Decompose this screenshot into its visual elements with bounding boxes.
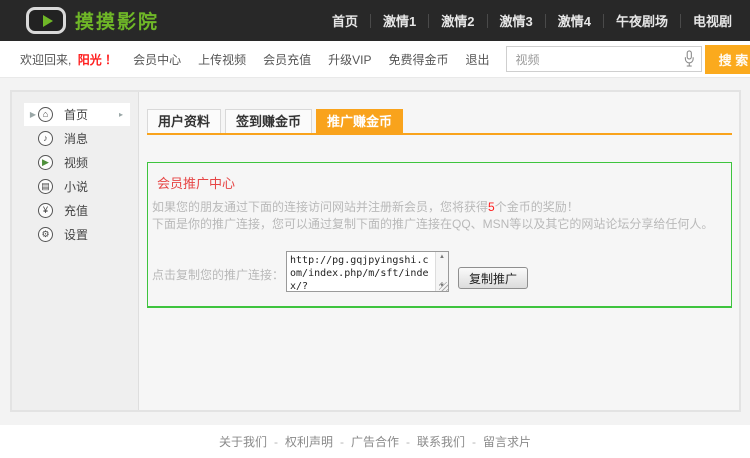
tab-checkin-coins[interactable]: 签到赚金币 <box>225 109 313 133</box>
sidebar-item-label: 设置 <box>64 228 89 242</box>
footer-separator: - <box>339 434 344 449</box>
search-input[interactable] <box>507 52 683 66</box>
sidebar-item-label: 首页 <box>64 108 89 122</box>
nav-item-midnight-theater[interactable]: 午夜剧场 <box>604 11 680 30</box>
link-member-recharge[interactable]: 会员充值 <box>263 51 311 68</box>
search-box: 搜 索 <box>506 44 750 74</box>
sidebar-item-home[interactable]: ▶ ⌂ 首页 ▸ <box>24 103 130 126</box>
sidebar-item-videos[interactable]: ▶ ▶ 视频 <box>24 151 130 174</box>
promo-line-2: 下面是你的推广连接，您可以通过复制下面的推广连接在QQ、MSN等以及其它的网站论… <box>152 217 714 231</box>
site-logo-text: 摸摸影院 <box>75 12 160 33</box>
top-navbar: 摸摸影院 首页 激情1 激情2 激情3 激情4 午夜剧场 电视剧 <box>0 0 750 41</box>
video-icon: ▶ <box>38 155 53 170</box>
footer-link-ads[interactable]: 广告合作 <box>351 433 399 450</box>
link-free-coins[interactable]: 免费得金币 <box>388 51 448 68</box>
active-left-arrow-icon: ▶ <box>29 110 37 119</box>
user-toolbar: 欢迎回来, 阳光 ！ 会员中心 上传视频 会员充值 升级VIP 免费得金币 退出… <box>0 41 750 78</box>
sidebar-item-recharge[interactable]: ▶ ¥ 充值 <box>24 199 130 222</box>
link-logout[interactable]: 退出 <box>465 51 489 68</box>
sidebar-item-label: 小说 <box>64 180 89 194</box>
copy-link-label: 点击复制您的推广连接： <box>152 268 285 282</box>
footer: 关于我们 - 权利声明 - 广告合作 - 联系我们 - 留言求片 <box>0 425 750 458</box>
book-icon: ▤ <box>38 179 53 194</box>
coin-reward-count: 5 <box>488 200 495 214</box>
nav-item-passion-4[interactable]: 激情4 <box>546 11 603 30</box>
welcome-message: 欢迎回来, 阳光 ！ <box>20 51 117 68</box>
content-area: 用户资料 签到赚金币 推广赚金币 会员推广中心 如果您的朋友通过下面的连接访问网… <box>139 92 739 410</box>
nav-item-passion-3[interactable]: 激情3 <box>488 11 545 30</box>
tab-user-profile[interactable]: 用户资料 <box>147 109 222 133</box>
sidebar-item-settings[interactable]: ▶ ⚙ 设置 <box>24 223 130 246</box>
active-right-arrow-icon: ▸ <box>118 110 123 119</box>
main-container: ▶ ⌂ 首页 ▸ ▶ ♪ 消息 ▶ ▶ 视频 ▶ ▤ 小说 ▶ ¥ 充值 ▶ ⚙… <box>10 90 741 412</box>
promo-title: 会员推广中心 <box>157 176 236 191</box>
search-button[interactable]: 搜 索 <box>705 44 750 74</box>
site-logo[interactable]: 摸摸影院 <box>26 7 159 34</box>
username: 阳光 <box>77 52 102 67</box>
coin-icon: ¥ <box>38 203 53 218</box>
link-member-center[interactable]: 会员中心 <box>133 51 181 68</box>
footer-link-requests[interactable]: 留言求片 <box>483 433 531 450</box>
tab-promotion-coins[interactable]: 推广赚金币 <box>316 109 404 133</box>
welcome-suffix: ！ <box>105 52 118 67</box>
nav-item-passion-1[interactable]: 激情1 <box>371 11 428 30</box>
nav-item-home[interactable]: 首页 <box>320 11 370 30</box>
footer-link-about[interactable]: 关于我们 <box>219 433 267 450</box>
sidebar-item-label: 视频 <box>64 156 89 170</box>
welcome-prefix: 欢迎回来, <box>20 52 72 67</box>
gear-icon: ⚙ <box>38 227 53 242</box>
footer-separator: - <box>406 434 410 449</box>
sidebar: ▶ ⌂ 首页 ▸ ▶ ♪ 消息 ▶ ▶ 视频 ▶ ▤ 小说 ▶ ¥ 充值 ▶ ⚙… <box>12 92 139 410</box>
play-icon <box>26 7 66 34</box>
footer-separator: - <box>273 434 278 449</box>
copy-link-row: 点击复制您的推广连接： http://pg.gqjpyingshi.com/in… <box>152 251 529 292</box>
sidebar-item-label: 充值 <box>64 204 89 218</box>
microphone-icon[interactable] <box>682 50 696 68</box>
sidebar-item-label: 消息 <box>64 132 89 146</box>
copy-promotion-button[interactable]: 复制推广 <box>458 267 529 289</box>
promotion-link-text: http://pg.gqjpyingshi.com/index.php/m/sf… <box>290 255 429 292</box>
user-links: 会员中心 上传视频 会员充值 升级VIP 免费得金币 退出 <box>133 51 506 68</box>
link-upload-video[interactable]: 上传视频 <box>198 51 246 68</box>
nav-item-tv-series[interactable]: 电视剧 <box>681 11 744 30</box>
home-icon: ⌂ <box>38 107 53 122</box>
footer-separator: - <box>472 434 477 449</box>
primary-nav: 首页 激情1 激情2 激情3 激情4 午夜剧场 电视剧 <box>320 11 744 30</box>
scrollbar-up-icon[interactable]: ▲ <box>439 254 445 260</box>
sidebar-item-novels[interactable]: ▶ ▤ 小说 <box>24 175 130 198</box>
nav-item-passion-2[interactable]: 激情2 <box>429 11 486 30</box>
link-upgrade-vip[interactable]: 升级VIP <box>328 51 371 68</box>
footer-link-rights[interactable]: 权利声明 <box>285 433 333 450</box>
sidebar-item-messages[interactable]: ▶ ♪ 消息 <box>24 127 130 150</box>
promo-line-1: 如果您的朋友通过下面的连接访问网站并注册新会员，您将获得5个金币的奖励！ <box>152 200 579 214</box>
resize-grip-icon[interactable] <box>439 282 449 291</box>
tab-bar: 用户资料 签到赚金币 推广赚金币 <box>147 109 732 135</box>
footer-link-contact[interactable]: 联系我们 <box>417 433 465 450</box>
speaker-icon: ♪ <box>38 131 53 146</box>
promotion-link-textarea[interactable]: http://pg.gqjpyingshi.com/index.php/m/sf… <box>286 251 450 292</box>
promotion-panel: 会员推广中心 如果您的朋友通过下面的连接访问网站并注册新会员，您将获得5个金币的… <box>147 162 732 308</box>
